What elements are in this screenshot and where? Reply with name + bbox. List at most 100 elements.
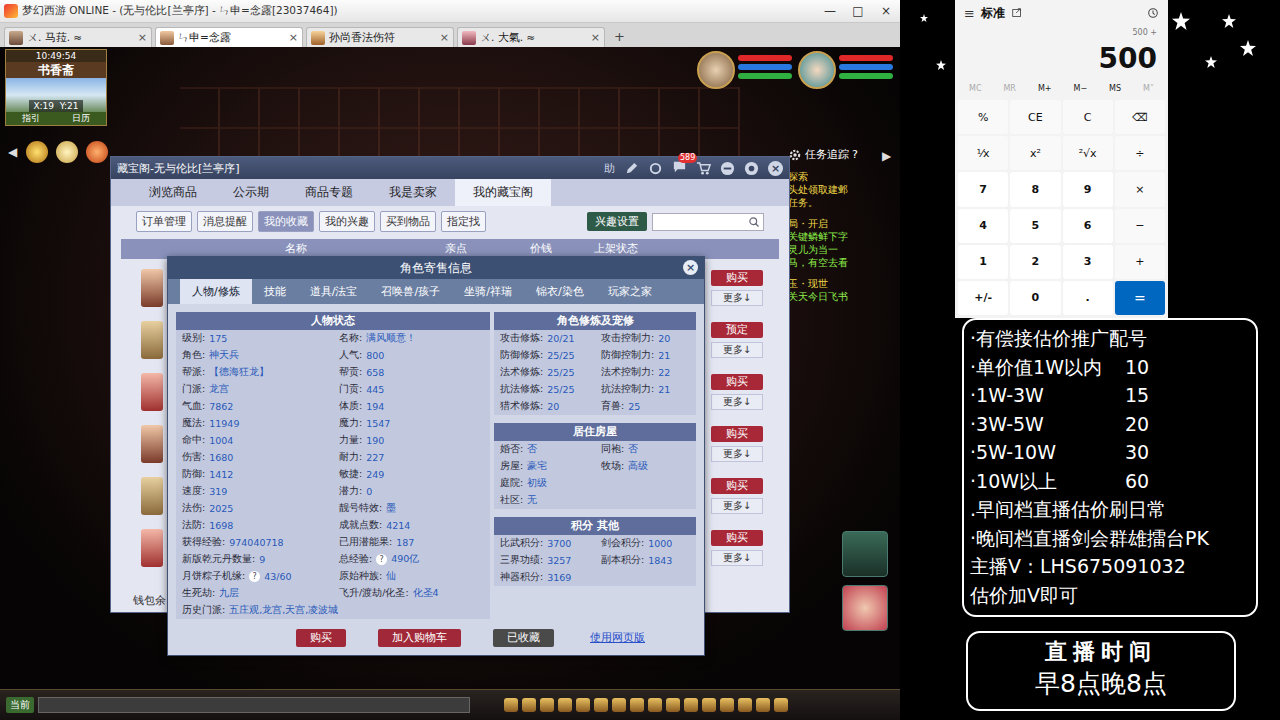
task-line[interactable]: 头处领取建邺 bbox=[788, 183, 888, 196]
settings-icon[interactable] bbox=[744, 161, 759, 176]
calculator-key[interactable]: × bbox=[1115, 172, 1165, 206]
edit-icon[interactable] bbox=[624, 161, 639, 176]
more-button[interactable]: 更多↓ bbox=[711, 342, 763, 358]
shop-subtab[interactable]: 我的兴趣 bbox=[319, 211, 375, 232]
toolbar-icon[interactable] bbox=[558, 698, 572, 712]
calculator-key[interactable]: % bbox=[958, 100, 1008, 134]
game-scene[interactable]: 10:49:54书香斋X:19 Y:21指引日历◀▶任务追踪?探索头处领取建邺任… bbox=[0, 47, 900, 689]
toolbar-icon[interactable] bbox=[594, 698, 608, 712]
window-control[interactable]: □ bbox=[844, 4, 872, 18]
menu-button[interactable]: ≡ bbox=[964, 6, 975, 21]
calculator-key[interactable]: 9 bbox=[1063, 172, 1113, 206]
calculator-key[interactable]: C bbox=[1063, 100, 1113, 134]
calculator-key[interactable]: + bbox=[1115, 245, 1165, 279]
dialog-tab[interactable]: 召唤兽/孩子 bbox=[369, 279, 452, 304]
close-tab-button[interactable]: × bbox=[289, 31, 298, 44]
shop-subtab[interactable]: 我的收藏 bbox=[258, 211, 314, 232]
buy-button[interactable]: 购买 bbox=[711, 426, 763, 442]
shop-subtab[interactable]: 买到物品 bbox=[380, 211, 436, 232]
calculator-key[interactable]: − bbox=[1115, 209, 1165, 243]
calculator-key[interactable]: 3 bbox=[1063, 245, 1113, 279]
collapse-arrow[interactable]: ◀ bbox=[8, 145, 17, 159]
moon-icon[interactable] bbox=[56, 141, 78, 163]
calculator-key[interactable]: 2 bbox=[1010, 245, 1060, 279]
toolbar-icon[interactable] bbox=[648, 698, 662, 712]
toolbar-icon[interactable] bbox=[720, 698, 734, 712]
window-control[interactable]: — bbox=[816, 4, 844, 18]
shop-subtab[interactable]: 订单管理 bbox=[136, 211, 192, 232]
minimap-button[interactable]: 日历 bbox=[72, 112, 90, 125]
toolbar-icon[interactable] bbox=[738, 698, 752, 712]
buy-button[interactable]: 购买 bbox=[711, 478, 763, 494]
dialog-tab[interactable]: 人物/修炼 bbox=[180, 279, 252, 304]
task-line[interactable]: 任务。 bbox=[788, 196, 888, 209]
calculator-key[interactable]: 4 bbox=[958, 209, 1008, 243]
expand-arrow[interactable]: ▶ bbox=[882, 149, 891, 163]
shop-tab[interactable]: 我是卖家 bbox=[371, 179, 455, 206]
memory-button[interactable]: M− bbox=[1074, 78, 1088, 100]
help-button[interactable]: 助 bbox=[604, 161, 615, 176]
more-button[interactable]: 更多↓ bbox=[711, 550, 763, 566]
shop-tab[interactable]: 浏览商品 bbox=[131, 179, 215, 206]
help-button[interactable]: ? bbox=[852, 148, 858, 161]
calculator-key[interactable]: ⌫ bbox=[1115, 100, 1165, 134]
history-icon[interactable] bbox=[1147, 7, 1159, 19]
browser-tab[interactable]: ㄨ. 马菈. ≈× bbox=[4, 27, 152, 47]
new-tab-button[interactable]: + bbox=[608, 29, 631, 47]
close-tab-button[interactable]: × bbox=[440, 31, 449, 44]
memory-button[interactable]: MS bbox=[1109, 78, 1121, 100]
shop-subtab[interactable]: 指定找 bbox=[441, 211, 486, 232]
close-button[interactable]: × bbox=[683, 260, 698, 275]
toolbar-icon[interactable] bbox=[576, 698, 590, 712]
help-icon[interactable]: ? bbox=[249, 571, 260, 582]
calculator-key[interactable]: = bbox=[1115, 281, 1165, 315]
minimap[interactable]: 10:49:54书香斋X:19 Y:21指引日历 bbox=[5, 49, 107, 126]
buy-button[interactable]: 购买 bbox=[711, 270, 763, 286]
chat-input[interactable] bbox=[38, 697, 470, 713]
close-tab-button[interactable]: × bbox=[591, 31, 600, 44]
toolbar-icon[interactable] bbox=[684, 698, 698, 712]
fortune-icon[interactable] bbox=[26, 141, 48, 163]
task-line[interactable]: 玉・现世 bbox=[788, 277, 888, 290]
close-tab-button[interactable]: × bbox=[138, 31, 147, 44]
memory-button[interactable]: M+ bbox=[1038, 78, 1052, 100]
task-line[interactable]: 关键鳞鲜下字 bbox=[788, 230, 888, 243]
task-line[interactable]: 关天今日飞书 bbox=[788, 290, 888, 303]
more-button[interactable]: 更多↓ bbox=[711, 394, 763, 410]
task-line[interactable]: 马，有空去看 bbox=[788, 256, 888, 269]
calculator-key[interactable]: 7 bbox=[958, 172, 1008, 206]
browser-tab[interactable]: ㄣ申=念露× bbox=[155, 27, 303, 47]
cart-icon[interactable] bbox=[696, 161, 711, 176]
calculator-key[interactable]: 1 bbox=[958, 245, 1008, 279]
team-icon[interactable] bbox=[842, 531, 888, 577]
buy-button[interactable]: 购买 bbox=[711, 530, 763, 546]
interest-settings-button[interactable]: 兴趣设置 bbox=[587, 212, 647, 231]
close-button[interactable]: × bbox=[768, 161, 783, 176]
more-button[interactable]: 更多↓ bbox=[711, 498, 763, 514]
channel-button[interactable]: 当前 bbox=[6, 697, 34, 713]
toolbar-icon[interactable] bbox=[504, 698, 518, 712]
calculator-key[interactable]: ²√x bbox=[1063, 136, 1113, 170]
dialog-tab[interactable]: 道具/法宝 bbox=[298, 279, 370, 304]
dialog-tab[interactable]: 玩家之家 bbox=[596, 279, 664, 304]
player-portrait[interactable] bbox=[798, 51, 893, 89]
dialog-tab[interactable]: 坐骑/祥瑞 bbox=[452, 279, 524, 304]
gift-icon[interactable] bbox=[86, 141, 108, 163]
browser-tab[interactable]: ㄨ. 大氣. ≈× bbox=[457, 27, 605, 47]
toolbar-icon[interactable] bbox=[702, 698, 716, 712]
toolbar-icon[interactable] bbox=[522, 698, 536, 712]
calculator-key[interactable]: 0 bbox=[1010, 281, 1060, 315]
buy-button[interactable]: 购买 bbox=[711, 374, 763, 390]
minimize-icon[interactable] bbox=[720, 161, 735, 176]
task-line[interactable]: 探索 bbox=[788, 170, 888, 183]
toolbar-icon[interactable] bbox=[666, 698, 680, 712]
help-icon[interactable]: ? bbox=[376, 554, 387, 565]
dialog-action-button[interactable]: 购买 bbox=[296, 629, 346, 647]
more-button[interactable]: 更多↓ bbox=[711, 446, 763, 462]
calculator-key[interactable]: 8 bbox=[1010, 172, 1060, 206]
shop-tab[interactable]: 商品专题 bbox=[287, 179, 371, 206]
calculator-key[interactable]: CE bbox=[1010, 100, 1060, 134]
gear-icon[interactable] bbox=[788, 148, 802, 162]
calculator-key[interactable]: 6 bbox=[1063, 209, 1113, 243]
calculator-key[interactable]: ⅟x bbox=[958, 136, 1008, 170]
